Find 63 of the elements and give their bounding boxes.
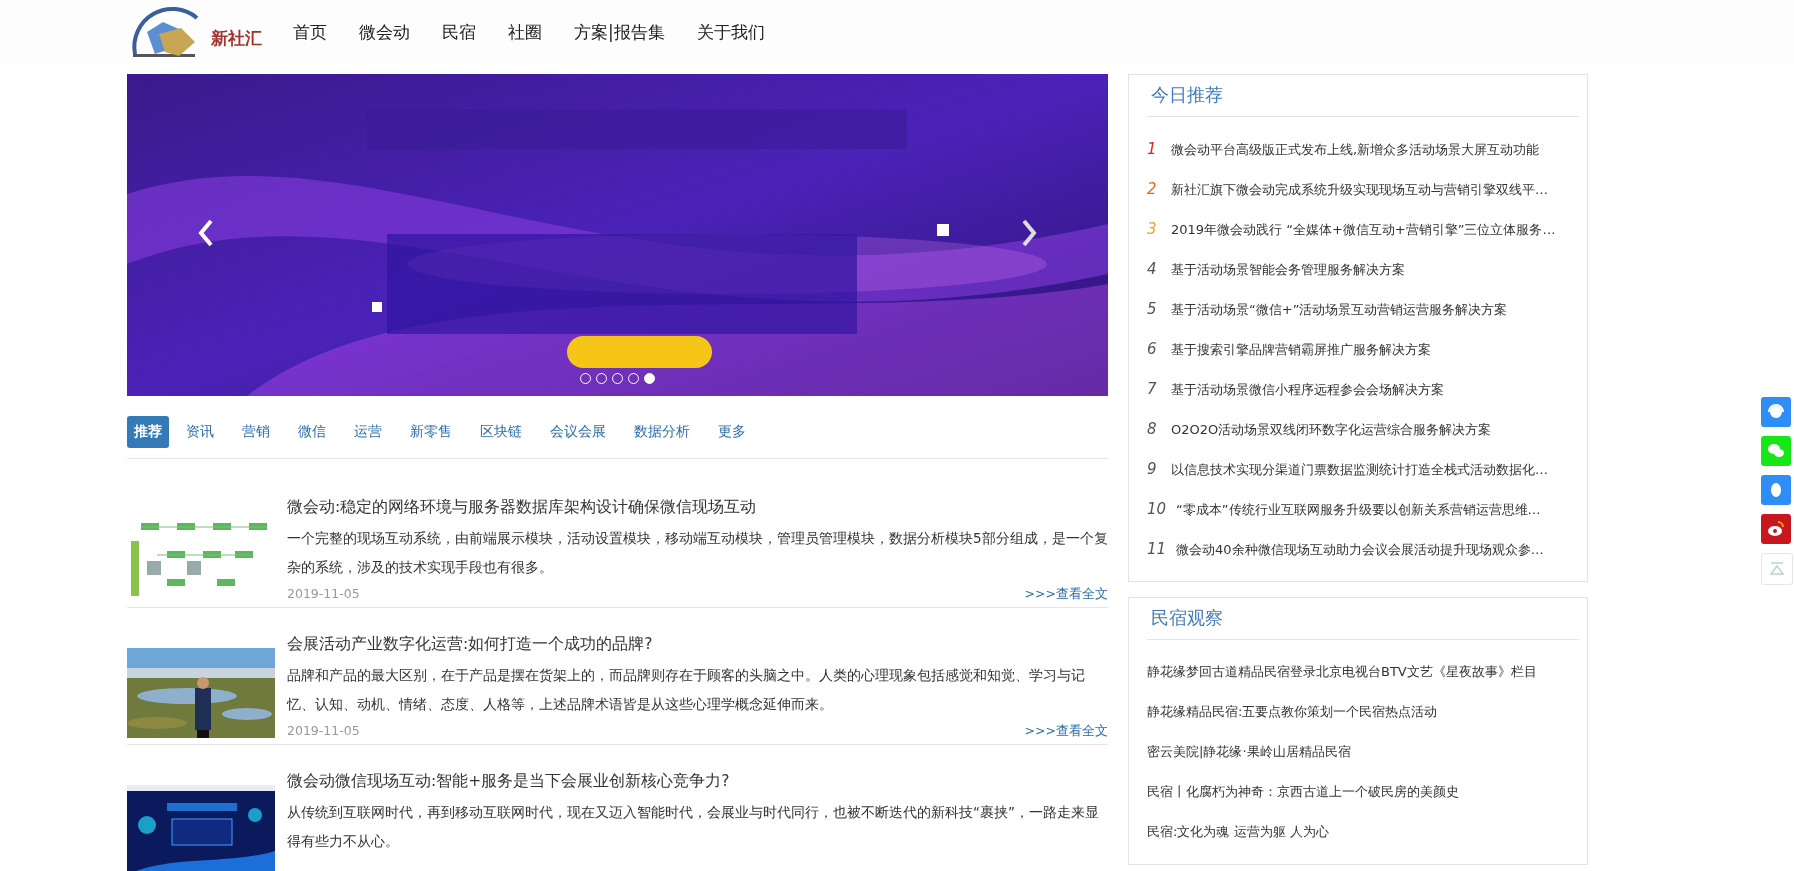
nav-link[interactable]: 民宿 [426,20,492,44]
category-tab[interactable]: 数据分析 [627,416,697,448]
weibo-icon [1766,519,1786,539]
panel-title: 今日推荐 [1147,75,1579,117]
carousel-dot[interactable] [644,373,655,384]
rank-number: 1 [1147,139,1158,160]
category-tab[interactable]: 运营 [347,416,389,448]
read-more-link[interactable]: >>>查看全文 [1024,586,1108,603]
news-link[interactable]: 民宿丨化腐朽为神奇：京西古道上一个破民房的美颜史 [1147,772,1459,812]
read-more-link[interactable]: >>>查看全文 [1024,723,1108,740]
article-title[interactable]: 会展活动产业数字化运营:如何打造一个成功的品牌? [287,634,1108,655]
category-tab[interactable]: 推荐 [127,416,169,448]
article-summary: 从传统到互联网时代，再到移动互联网时代，现在又迈入智能时代，会展业与时代同行，也被不断迭代的新科技“裹挟”，一路走来显得有些力不从心。 [287,803,1100,851]
panel-title: 民宿观察 [1147,598,1579,640]
news-link[interactable]: 微会动平台高级版正式发布上线,新增众多活动场景大屏互动功能 [1171,130,1540,170]
rank-number: 11 [1147,539,1167,560]
rank-number: 3 [1147,219,1158,240]
news-link[interactable]: 基于活动场景微信小程序远程参会会场解决方案 [1171,370,1444,410]
site-logo[interactable]: 新社汇 [127,4,263,60]
penguin-button[interactable] [1761,475,1791,505]
rank-number: 10 [1147,499,1167,520]
rank-number: 8 [1147,419,1158,440]
category-tab[interactable]: 区块链 [473,416,529,448]
news-link[interactable]: 静花缘精品民宿:五要点教你策划一个民宿热点活动 [1147,692,1438,732]
nav-link[interactable]: 微会动 [343,20,426,44]
rank-number: 5 [1147,299,1158,320]
nav-link[interactable]: 方案|报告集 [558,20,681,44]
article-summary: 一个完整的现场互动系统，由前端展示模块，活动设置模块，移动端互动模块，管理员管理模块，数据分析模块5部分组成，是一个复杂的系统，涉及的技术实现手段也有很多。 [287,529,1108,577]
news-link[interactable]: 以信息技术实现分渠道门票数据监测统计打造全栈式活动数据化… [1171,450,1548,490]
rank-number: 2 [1147,179,1158,200]
article-date: 2019-11-05 [287,723,360,740]
nav-link[interactable]: 首页 [277,20,343,44]
news-link[interactable]: 2019年微会动践行 “全媒体+微信互动+营销引擎”三位立体服务… [1171,210,1556,250]
rank-number: 6 [1147,339,1158,360]
rank-number: 9 [1147,459,1158,480]
category-tab[interactable]: 新零售 [403,416,459,448]
news-link[interactable]: 民宿:文化为魂 运营为躯 人为心 [1147,812,1329,852]
news-link[interactable]: O2O2O活动场景双线闭环数字化运营综合服务解决方案 [1171,410,1492,450]
news-link[interactable]: 基于活动场景“微信+”活动场景互动营销运营服务解决方案 [1171,290,1508,330]
category-tab[interactable]: 微信 [291,416,333,448]
article-summary: 品牌和产品的最大区别，在于产品是摆在货架上的，而品牌则存在于顾客的头脑之中。人类的心理现象包括感觉和知觉、学习与记忆、认知、动机、情绪、态度、人格等，上述品牌术语皆是从这些心理学概念延伸而来。 [287,666,1086,714]
rank-number: 7 [1147,379,1158,400]
nav-link[interactable]: 社圈 [492,20,558,44]
chevron-left-icon[interactable] [197,219,215,247]
rank-number: 4 [1147,259,1158,280]
category-tab[interactable]: 营销 [235,416,277,448]
news-link[interactable]: 基于活动场景智能会务管理服务解决方案 [1171,250,1405,290]
chevron-right-icon[interactable] [1020,219,1038,247]
category-tab[interactable]: 更多 [711,416,753,448]
news-link[interactable]: 微会动40余种微信现场互动助力会议会展活动提升现场观众参… [1176,530,1544,570]
news-link[interactable]: 静花缘梦回古道精品民宿登录北京电视台BTV文艺《星夜故事》栏目 [1147,652,1537,692]
nav-link[interactable]: 关于我们 [680,20,781,44]
article-date: 2019-11-05 [287,586,360,603]
headset-button[interactable] [1761,397,1791,427]
weibo-button[interactable] [1761,514,1791,544]
category-tab[interactable]: 资讯 [179,416,221,448]
article-title[interactable]: 微会动微信现场互动:智能+服务是当下会展业创新核心竞争力? [287,771,1108,792]
news-link[interactable]: 基于搜索引擎品牌营销霸屏推广服务解决方案 [1171,330,1431,370]
category-tab[interactable]: 会议会展 [543,416,613,448]
news-link[interactable]: 密云美院|静花缘·果岭山居精品民宿 [1147,732,1351,772]
news-link[interactable]: “零成本”传统行业互联网服务升级要以创新关系营销运营思维… [1176,490,1541,530]
article-title[interactable]: 微会动:稳定的网络环境与服务器数据库架构设计确保微信现场互动 [287,497,1108,518]
news-link[interactable]: 新社汇旗下微会动完成系统升级实现现场互动与营销引擎双线平… [1171,170,1548,210]
